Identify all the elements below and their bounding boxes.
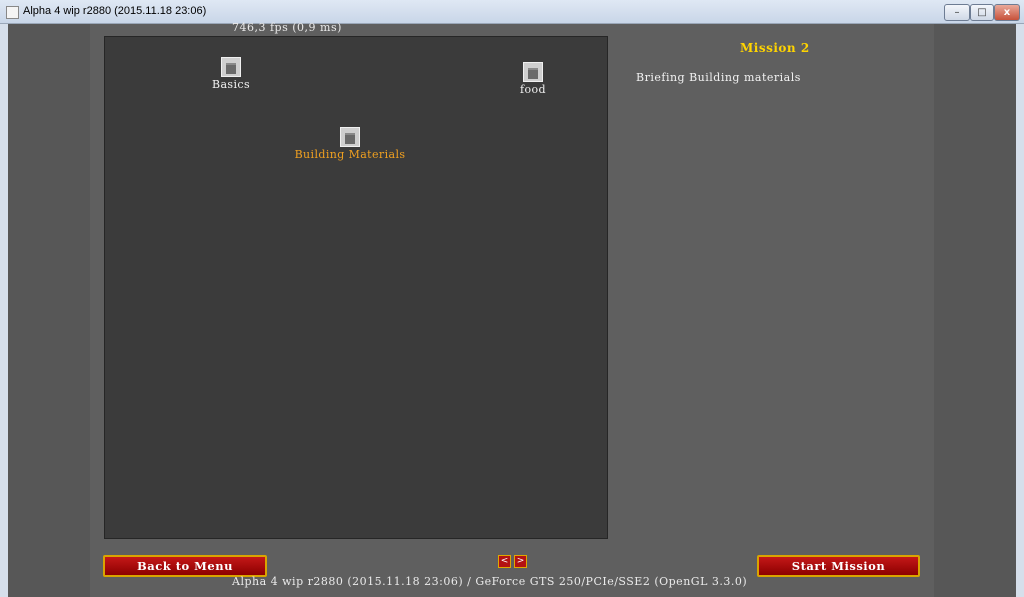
map-node-label: food (520, 83, 546, 96)
app-icon (6, 6, 19, 19)
mission-title: Mission 2 (740, 41, 810, 55)
map-node-label: Basics (211, 78, 250, 91)
map-node-basics[interactable]: Basics (208, 57, 254, 91)
window-border-left (0, 24, 8, 597)
mission-briefing: Briefing Building materials (636, 71, 801, 84)
background-strip-right (934, 24, 1016, 597)
window-title: Alpha 4 wip r2880 (2015.11.18 23:06) (23, 5, 207, 17)
map-node-label: Building Materials (294, 148, 406, 161)
start-mission-button[interactable]: Start Mission (757, 555, 920, 577)
minimize-button[interactable]: – (944, 4, 970, 21)
version-info: Alpha 4 wip r2880 (2015.11.18 23:06) / G… (232, 575, 748, 588)
window-titlebar[interactable]: Alpha 4 wip r2880 (2015.11.18 23:06) – □… (0, 0, 1024, 24)
castle-icon (221, 57, 241, 77)
map-node-building-materials[interactable]: Building Materials (292, 127, 408, 161)
castle-icon (523, 62, 543, 82)
next-campaign-button[interactable]: > (514, 555, 527, 568)
back-to-menu-button[interactable]: Back to Menu (103, 555, 267, 577)
maximize-button[interactable]: □ (970, 4, 994, 21)
castle-icon (340, 127, 360, 147)
fps-counter: 746,3 fps (0,9 ms) (232, 21, 342, 34)
campaign-map[interactable] (104, 36, 608, 539)
background-strip-left (8, 24, 90, 597)
previous-campaign-button[interactable]: < (498, 555, 511, 568)
close-button[interactable]: x (994, 4, 1020, 21)
window-border-right (1016, 24, 1024, 597)
map-node-food[interactable]: food (512, 62, 554, 96)
